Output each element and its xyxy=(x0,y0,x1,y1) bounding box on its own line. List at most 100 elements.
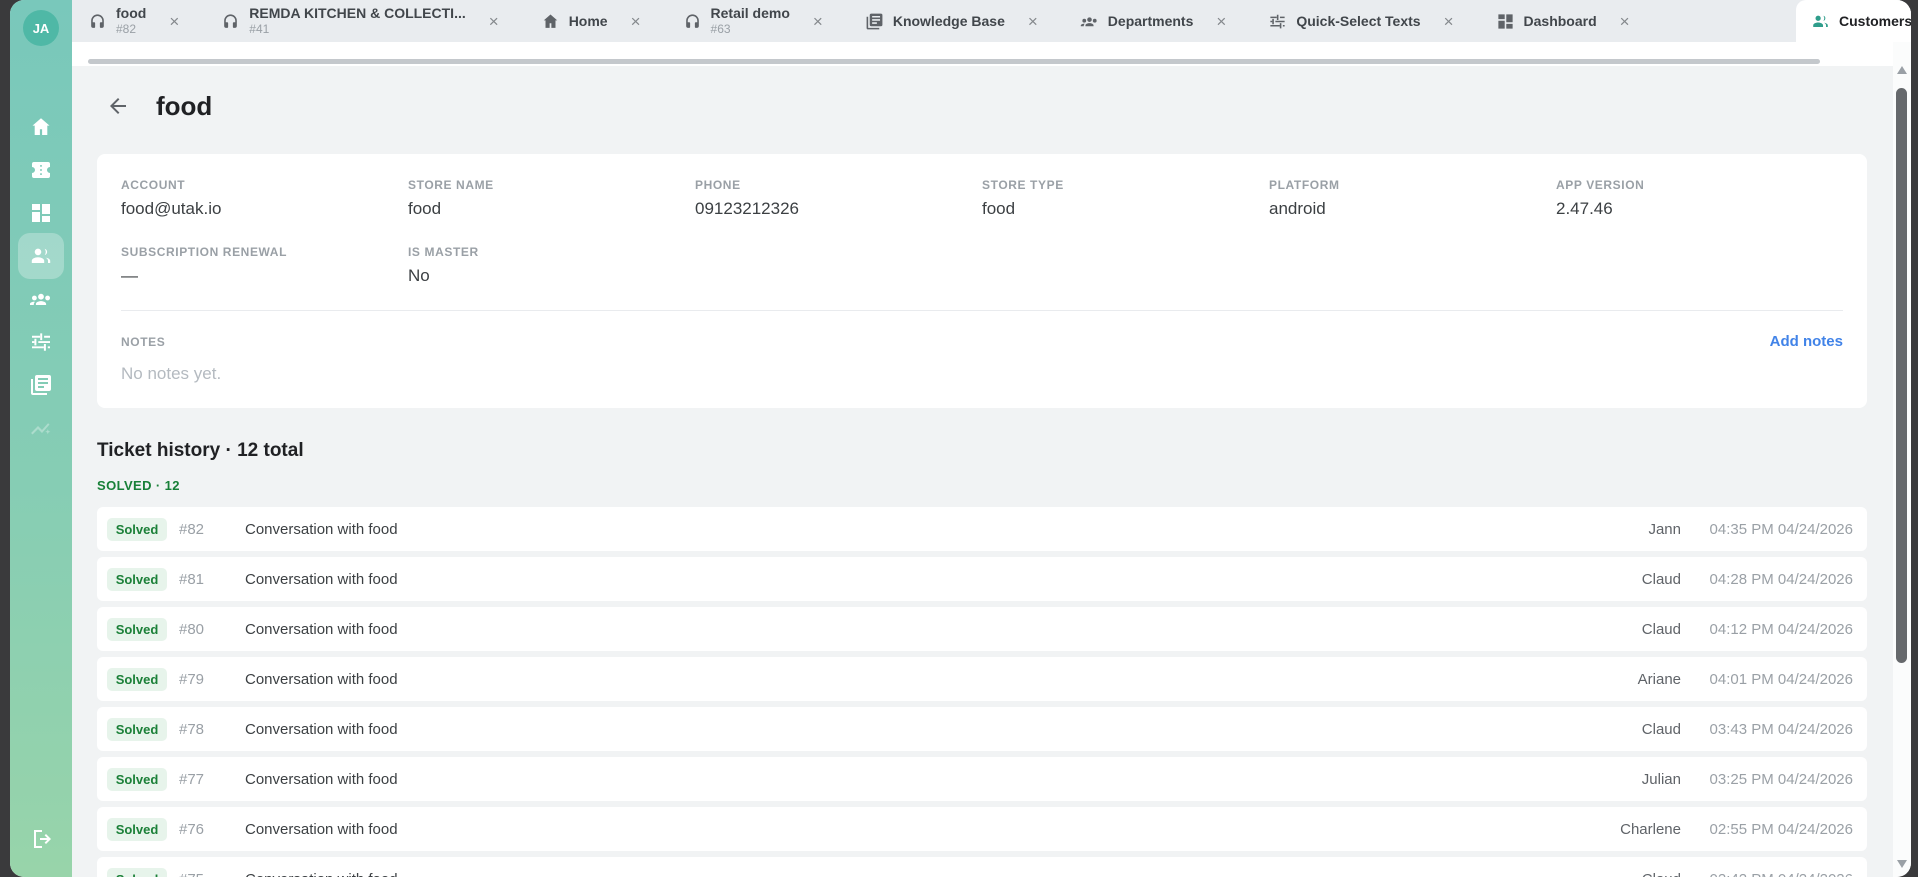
sidebar-item-tickets[interactable] xyxy=(29,158,53,182)
close-icon[interactable]: × xyxy=(489,13,499,30)
tab-text: Quick-Select Texts xyxy=(1296,13,1420,29)
home-icon xyxy=(541,12,560,31)
field-value: — xyxy=(121,266,138,285)
tab-text: Customers xyxy=(1839,13,1911,29)
sidebar-item-dashboard[interactable] xyxy=(29,201,53,225)
tab-dashboard[interactable]: Dashboard × xyxy=(1484,0,1642,42)
tab-text: Retail demo #63 xyxy=(711,6,790,36)
ticket-agent: Jann xyxy=(1648,520,1681,538)
close-icon[interactable]: × xyxy=(1444,13,1454,30)
tab-text: REMDA KITCHEN & COLLECTI... #41 xyxy=(249,6,465,36)
tab-customers[interactable]: Customers × xyxy=(1796,0,1911,42)
sidebar-item-departments[interactable] xyxy=(29,287,53,311)
ticket-row[interactable]: Solved #78 Conversation with food Claud … xyxy=(97,707,1867,751)
field: STORE NAME food xyxy=(408,178,695,219)
status-badge: Solved xyxy=(107,667,167,691)
tab-departments[interactable]: Departments × xyxy=(1068,0,1239,42)
ticket-row[interactable]: Solved #80 Conversation with food Claud … xyxy=(97,607,1867,651)
customer-fields: ACCOUNT food@utak.io STORE NAME food PHO… xyxy=(121,178,1843,286)
field: ACCOUNT food@utak.io xyxy=(121,178,408,219)
customers-icon xyxy=(1811,12,1830,31)
close-icon[interactable]: × xyxy=(1620,13,1630,30)
sidebar-nav xyxy=(10,115,72,440)
field: PLATFORM android xyxy=(1269,178,1556,219)
ticket-timestamp: 03:25 PM 04/24/2026 xyxy=(1709,770,1853,788)
close-icon[interactable]: × xyxy=(1028,13,1038,30)
close-icon[interactable]: × xyxy=(1216,13,1226,30)
field-value: 2.47.46 xyxy=(1556,199,1613,218)
tab-ticket-number: #63 xyxy=(710,22,731,36)
groups-icon xyxy=(29,287,53,311)
ticket-row[interactable]: Solved #77 Conversation with food Julian… xyxy=(97,757,1867,801)
vertical-scrollbar[interactable] xyxy=(1893,42,1911,877)
sidebar-item-home[interactable] xyxy=(29,115,53,139)
sidebar-item-analytics[interactable] xyxy=(29,416,53,440)
ticket-id: #76 xyxy=(179,820,205,838)
ticket-row[interactable]: Solved #79 Conversation with food Ariane… xyxy=(97,657,1867,701)
ticket-id: #75 xyxy=(179,871,245,877)
ticket-agent: Charlene xyxy=(1620,820,1681,838)
back-icon xyxy=(106,94,130,118)
dashboard-icon xyxy=(1496,12,1515,31)
tab-retail-demo-63[interactable]: Retail demo #63 × xyxy=(671,0,835,42)
ticket-timestamp: 02:42 PM 04/24/2026 xyxy=(1681,871,1853,877)
field-label: ACCOUNT xyxy=(121,178,186,192)
field-value: food xyxy=(982,199,1016,218)
close-icon[interactable]: × xyxy=(631,13,641,30)
customer-info-card: ACCOUNT food@utak.io STORE NAME food PHO… xyxy=(97,154,1867,408)
field-label: APP VERSION xyxy=(1556,178,1645,192)
close-icon[interactable]: × xyxy=(813,13,823,30)
ticket-row[interactable]: Solved #76 Conversation with food Charle… xyxy=(97,807,1867,851)
ticket-timestamp: 04:35 PM 04/24/2026 xyxy=(1709,520,1853,538)
field: APP VERSION 2.47.46 xyxy=(1556,178,1843,219)
horizontal-scrollbar-thumb[interactable] xyxy=(88,59,1820,64)
field-label: IS MASTER xyxy=(408,245,479,259)
sidebar-item-logout[interactable] xyxy=(29,827,53,851)
field-label: STORE NAME xyxy=(408,178,494,192)
field-value: food@utak.io xyxy=(121,199,222,218)
status-badge: Solved xyxy=(107,617,167,641)
headset-icon xyxy=(88,12,107,31)
ticket-row[interactable]: Solved #82 Conversation with food Jann 0… xyxy=(97,507,1867,551)
scroll-down-icon[interactable] xyxy=(1897,860,1907,868)
ticket-row[interactable]: Solved #81 Conversation with food Claud … xyxy=(97,557,1867,601)
ticket-agent: Claud xyxy=(1641,720,1681,738)
tab-remda-kitchen-41[interactable]: REMDA KITCHEN & COLLECTI... #41 × xyxy=(209,0,510,42)
back-button[interactable] xyxy=(106,94,130,118)
sidebar-item-quick-select-texts[interactable] xyxy=(29,330,53,354)
solved-group-label: SOLVED · 12 xyxy=(97,478,180,493)
close-icon[interactable]: × xyxy=(169,13,179,30)
status-badge: Solved xyxy=(107,717,167,741)
ticket-timestamp: 03:43 PM 04/24/2026 xyxy=(1709,720,1853,738)
ticket-title: Conversation with food xyxy=(245,871,1642,877)
ticket-agent: Claud xyxy=(1641,620,1681,638)
tab-knowledge-base[interactable]: Knowledge Base × xyxy=(853,0,1050,42)
tab-ticket-number: #41 xyxy=(249,22,270,36)
tab-title: Knowledge Base xyxy=(892,12,1005,29)
ticket-history-title: Ticket history · 12 total xyxy=(97,440,304,461)
avatar[interactable]: JA xyxy=(23,10,59,46)
ticket-agent: Claud xyxy=(1641,570,1681,588)
notes-label: NOTES xyxy=(121,334,166,349)
ticket-title: Conversation with food xyxy=(245,820,398,838)
page-title: food xyxy=(156,90,213,121)
tab-home[interactable]: Home × xyxy=(529,0,653,42)
analytics-icon xyxy=(29,416,53,440)
vertical-scrollbar-thumb[interactable] xyxy=(1896,88,1907,663)
tab-title: Dashboard xyxy=(1523,12,1597,29)
sidebar-item-customers[interactable] xyxy=(18,233,64,279)
field: PHONE 09123212326 xyxy=(695,178,982,219)
tab-quick-select-texts[interactable]: Quick-Select Texts × xyxy=(1256,0,1465,42)
tab-food-82[interactable]: food #82 × xyxy=(76,0,191,42)
main-content: food ACCOUNT food@utak.io STORE NAME foo… xyxy=(72,42,1893,877)
tab-title: Retail demo xyxy=(710,5,790,21)
sidebar-item-knowledge-base[interactable] xyxy=(29,373,53,397)
add-notes-link[interactable]: Add notes xyxy=(1770,333,1843,350)
scroll-up-icon[interactable] xyxy=(1897,66,1907,74)
ticket-row[interactable]: Solved #75 Conversation with food Claud … xyxy=(97,857,1867,877)
field-label: PHONE xyxy=(695,178,741,192)
tab-title: food xyxy=(116,5,147,21)
ticket-list: Solved #82 Conversation with food Jann 0… xyxy=(97,507,1867,877)
dashboard-icon xyxy=(29,201,53,225)
field-label: STORE TYPE xyxy=(982,178,1064,192)
